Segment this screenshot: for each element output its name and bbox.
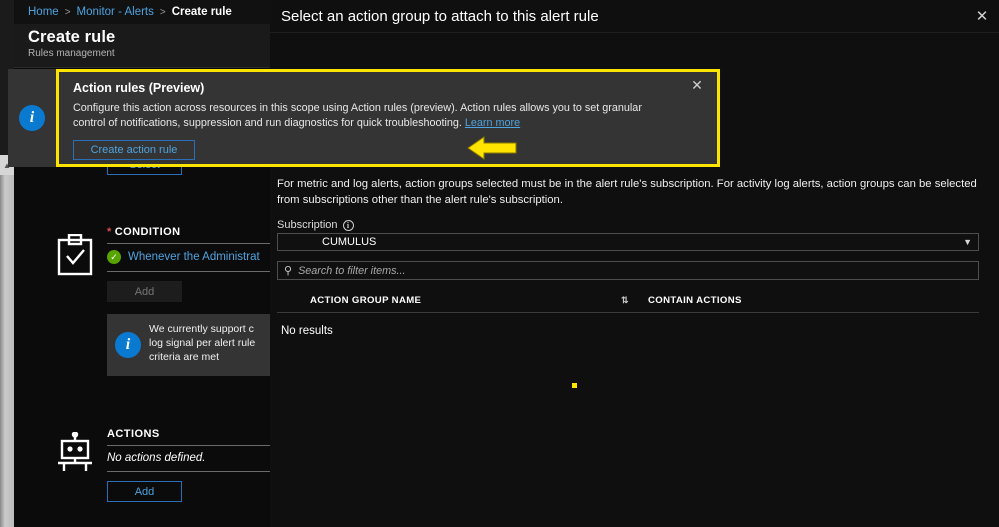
breadcrumb-separator-icon: > bbox=[64, 6, 71, 18]
pane-title: Select an action group to attach to this… bbox=[281, 7, 599, 25]
close-icon[interactable]: ✕ bbox=[965, 0, 999, 33]
actions-add-button[interactable]: Add bbox=[107, 481, 182, 502]
column-contain-actions[interactable]: CONTAIN ACTIONS bbox=[648, 295, 742, 306]
page-title: Create rule bbox=[28, 28, 116, 46]
condition-add-button[interactable]: Add bbox=[107, 281, 182, 302]
breadcrumb-home[interactable]: Home bbox=[28, 6, 59, 18]
subscription-select[interactable]: CUMULUS ▼ bbox=[277, 233, 979, 251]
actions-label: ACTIONS bbox=[107, 428, 270, 446]
actions-body: ACTIONS No actions defined. Add bbox=[107, 428, 270, 502]
info-line-3: criteria are met bbox=[149, 351, 220, 363]
required-marker-2: * bbox=[107, 226, 112, 238]
create-action-rule-button[interactable]: Create action rule bbox=[73, 140, 195, 160]
subscription-note: For metric and log alerts, action groups… bbox=[277, 178, 977, 206]
breadcrumb: Home > Monitor - Alerts > Create rule bbox=[14, 0, 270, 24]
annotation-dot bbox=[572, 383, 577, 388]
search-input[interactable]: Search to filter items... bbox=[298, 265, 405, 277]
condition-body: * CONDITION ✓ Whenever the Administrat Ad… bbox=[107, 226, 270, 376]
pane-header: Select an action group to attach to this… bbox=[270, 0, 999, 33]
info-line-1: We currently support c bbox=[149, 323, 254, 335]
breadcrumb-current: Create rule bbox=[171, 6, 232, 18]
green-check-icon: ✓ bbox=[107, 250, 121, 264]
condition-label: * CONDITION bbox=[107, 226, 270, 244]
scrollbar-thumb[interactable] bbox=[0, 175, 14, 527]
banner-highlight-box: Action rules (Preview) Configure this ac… bbox=[56, 69, 720, 167]
info-line-2: log signal per alert rule bbox=[149, 337, 256, 349]
actions-empty-text: No actions defined. bbox=[107, 446, 270, 472]
column-action-group-name[interactable]: ACTION GROUP NAME bbox=[310, 295, 421, 306]
banner-close-icon[interactable]: ✕ bbox=[674, 69, 720, 167]
clipboard-check-icon bbox=[47, 234, 103, 290]
subscription-label: Subscription i bbox=[277, 219, 354, 231]
action-rules-banner: i Action rules (Preview) Configure this … bbox=[8, 69, 720, 167]
sort-arrows-icon[interactable]: ⇅ bbox=[621, 295, 629, 306]
condition-info-box: i We currently support c log signal per … bbox=[107, 314, 270, 376]
breadcrumb-separator-icon-2: > bbox=[159, 6, 166, 18]
subscription-value: CUMULUS bbox=[322, 236, 377, 248]
blade-header: Create rule Rules management bbox=[14, 24, 270, 68]
info-circle-icon: i bbox=[107, 314, 149, 376]
table-empty-text: No results bbox=[281, 325, 333, 337]
condition-text: Whenever the Administrat bbox=[128, 251, 260, 263]
info-icon[interactable]: i bbox=[342, 219, 354, 231]
condition-row[interactable]: ✓ Whenever the Administrat bbox=[107, 244, 270, 272]
robot-icon bbox=[47, 432, 103, 488]
page-subtitle: Rules management bbox=[28, 48, 115, 59]
left-arrow-annotation-icon bbox=[466, 134, 518, 167]
subscription-label-text: Subscription bbox=[277, 219, 338, 231]
search-filter-box[interactable]: ⚲ Search to filter items... bbox=[277, 261, 979, 280]
condition-info-text: We currently support c log signal per al… bbox=[149, 314, 259, 376]
table-header-divider bbox=[277, 312, 979, 313]
table-header: ACTION GROUP NAME ⇅ CONTAIN ACTIONS bbox=[277, 290, 979, 310]
breadcrumb-monitor-alerts[interactable]: Monitor - Alerts bbox=[77, 6, 154, 18]
condition-label-text: CONDITION bbox=[114, 226, 181, 238]
learn-more-link[interactable]: Learn more bbox=[465, 117, 520, 129]
banner-text: Configure this action across resources i… bbox=[73, 101, 673, 131]
banner-title: Action rules (Preview) bbox=[73, 81, 205, 95]
app-root: ▲ Home > Monitor - Alerts > Create rule … bbox=[0, 0, 999, 527]
chevron-down-icon: ▼ bbox=[963, 237, 972, 247]
search-icon: ⚲ bbox=[284, 265, 293, 277]
banner-text-body: Configure this action across resources i… bbox=[73, 102, 642, 129]
banner-info-circle-icon: i bbox=[8, 69, 56, 167]
